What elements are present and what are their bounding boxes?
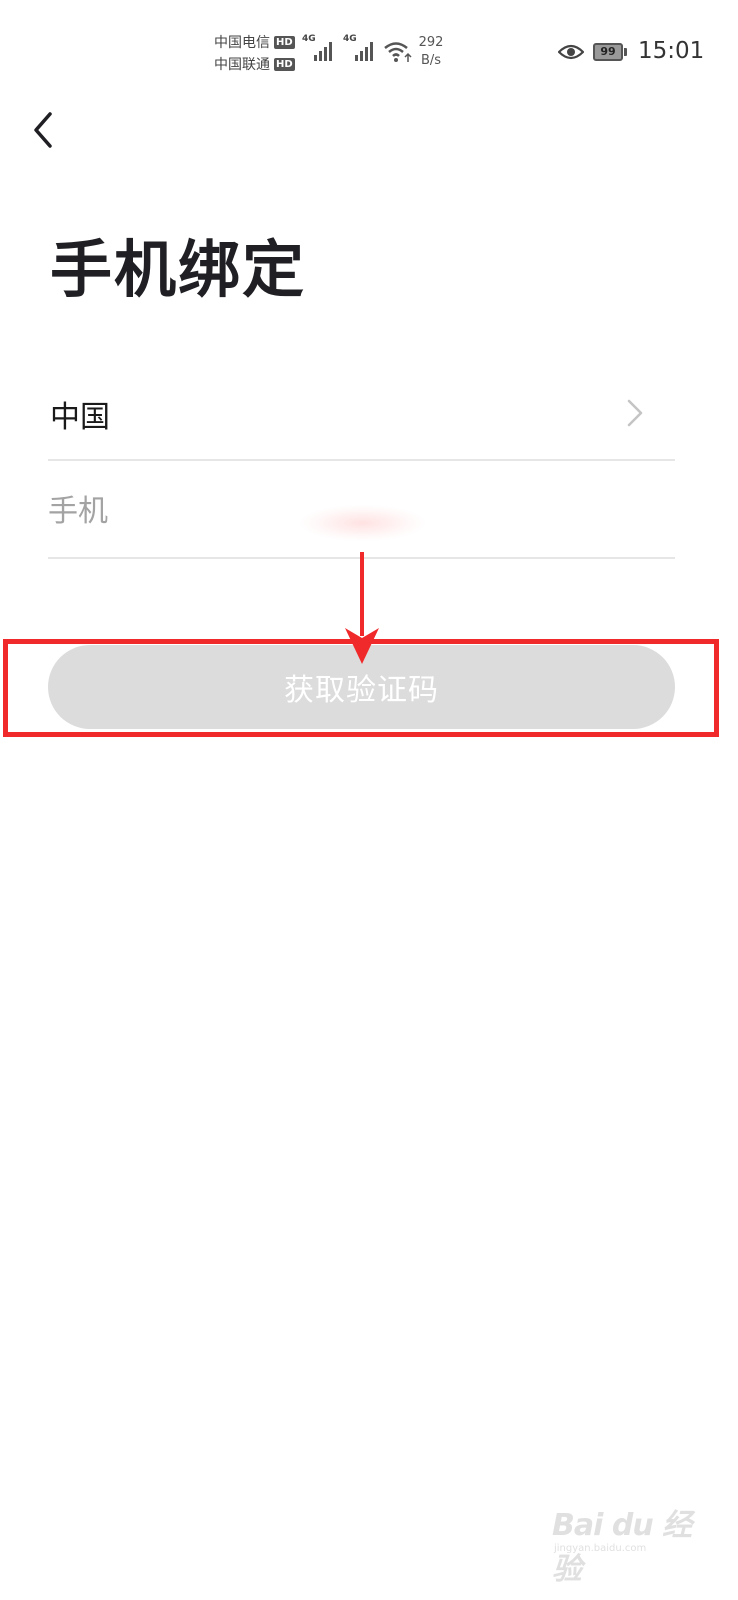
network-type-label: 4G (343, 34, 357, 44)
network-type-label: 4G (302, 34, 316, 44)
country-label: 中国 (50, 400, 110, 435)
network-speed: 292 B/s (416, 34, 446, 70)
carrier-name-1: 中国电信 (214, 35, 270, 51)
page-title: 手机绑定 (50, 233, 307, 306)
battery-level: 99 (600, 45, 616, 58)
battery-nub (624, 48, 627, 56)
chevron-right-icon (627, 399, 643, 427)
hd-badge: HD (274, 35, 295, 49)
wifi-icon (383, 40, 413, 68)
carrier-line-2: 中国联通 HD (214, 53, 304, 75)
watermark-url: jingyan.baidu.com (554, 1543, 647, 1554)
carrier-name-2: 中国联通 (214, 57, 270, 73)
back-button[interactable] (24, 108, 68, 152)
carrier-info: 中国电信 HD 中国联通 HD (214, 31, 304, 75)
status-bar: 中国电信 HD 中国联通 HD 4G 4G 292 B/s 99 15:01 (0, 0, 738, 100)
hd-badge: HD (274, 57, 295, 71)
network-speed-value: 292 (418, 35, 444, 50)
carrier-line-1: 中国电信 HD (214, 31, 304, 53)
battery-icon: 99 (593, 43, 623, 61)
baidu-watermark: Bai du 经验 jingyan.baidu.com (552, 1495, 692, 1587)
country-selector[interactable]: 中国 (48, 370, 675, 461)
signal-icon: 4G (343, 34, 379, 66)
get-verification-code-button[interactable]: 获取验证码 (48, 645, 675, 729)
eye-icon (557, 42, 585, 66)
signal-icon: 4G (302, 34, 338, 66)
touch-glow (300, 505, 425, 541)
status-time: 15:01 (638, 38, 705, 64)
chevron-left-icon (34, 112, 52, 148)
network-speed-unit: B/s (420, 53, 442, 68)
